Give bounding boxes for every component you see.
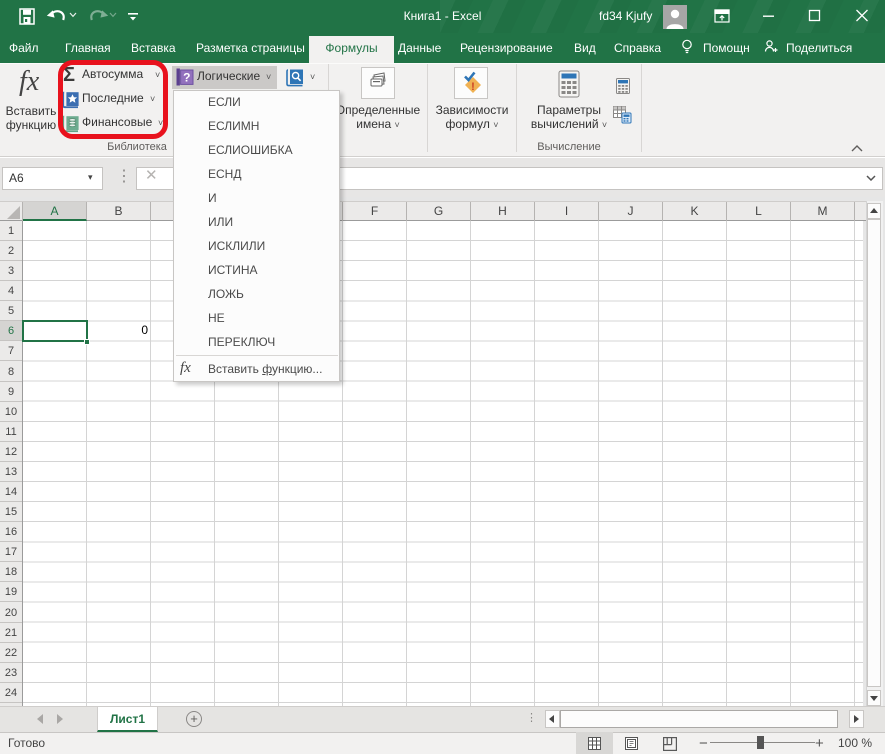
svg-text:?: ?: [183, 71, 190, 85]
svg-text:!: !: [471, 81, 475, 93]
